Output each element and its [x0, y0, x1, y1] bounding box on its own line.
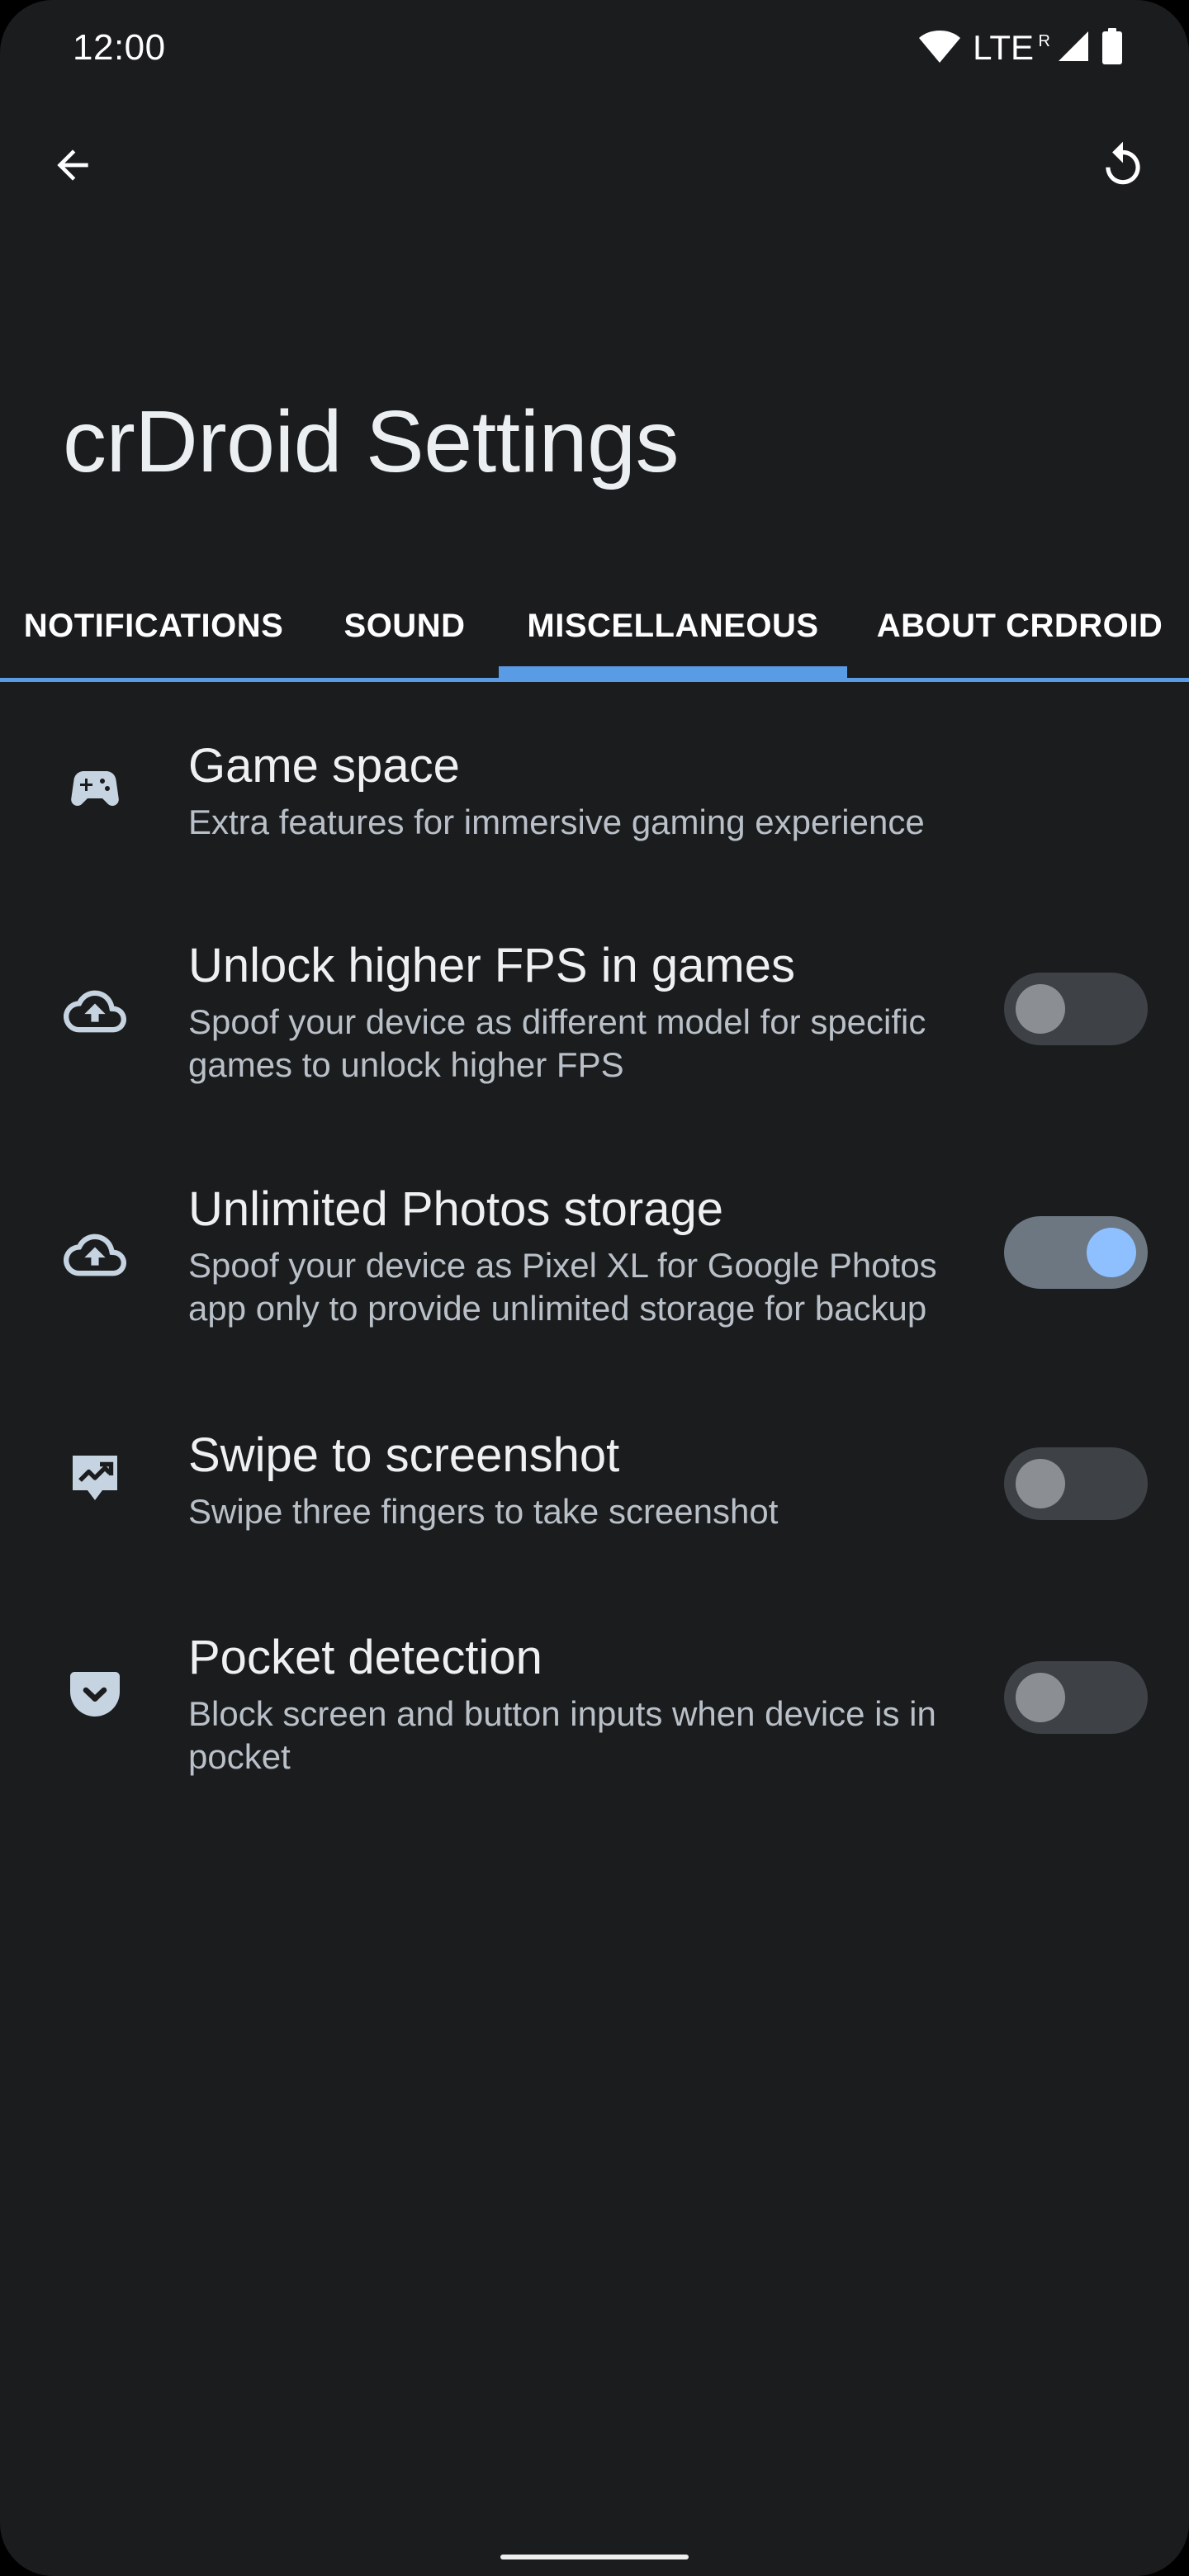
reset-button[interactable] [1077, 121, 1169, 213]
battery-icon [1101, 27, 1123, 69]
photos-storage-switch[interactable] [1004, 1216, 1148, 1289]
restore-icon [1097, 140, 1149, 195]
setting-pocket-detection[interactable]: Pocket detection Block screen and button… [0, 1610, 1189, 1816]
selected-tab-indicator [499, 666, 847, 678]
wifi-icon [918, 28, 961, 69]
switch-thumb [1087, 1228, 1136, 1277]
setting-summary: Spoof your device as different model for… [188, 1002, 926, 1084]
fps-unlock-switch[interactable] [1004, 973, 1148, 1045]
settings-screen: 12:00 LTE R crDroid Settings NOTIFICATIO… [0, 0, 1189, 2576]
setting-title: Unlock higher FPS in games [188, 939, 795, 992]
tab-miscellaneous[interactable]: MISCELLANEOUS [499, 575, 847, 678]
signal-icon [1057, 30, 1090, 67]
network-label: LTE [973, 28, 1034, 67]
screenshot-swipe-switch[interactable] [1004, 1447, 1148, 1520]
cloud-upload-icon [58, 1218, 132, 1292]
tab-sound[interactable]: SOUND [307, 575, 502, 678]
gesture-nav-handle[interactable] [500, 2555, 689, 2559]
network-type: LTE R [973, 25, 1050, 71]
switch-thumb [1016, 1673, 1065, 1722]
tab-notifications[interactable]: NOTIFICATIONS [0, 575, 307, 678]
setting-title: Game space [188, 739, 460, 793]
screenshot-gesture-icon [58, 1441, 132, 1515]
setting-title: Pocket detection [188, 1631, 542, 1684]
pocket-detection-switch[interactable] [1004, 1661, 1148, 1734]
setting-summary: Spoof your device as Pixel XL for Google… [188, 1246, 937, 1328]
status-icons: LTE R [918, 23, 1123, 73]
setting-summary: Block screen and button inputs when devi… [188, 1694, 936, 1776]
gamepad-icon [58, 751, 132, 826]
cloud-upload-icon [58, 974, 132, 1049]
setting-summary: Swipe three fingers to take screenshot [188, 1492, 779, 1531]
roaming-indicator: R [1038, 32, 1050, 50]
setting-summary: Extra features for immersive gaming expe… [188, 803, 925, 841]
tab-bar: NOTIFICATIONS SOUND MISCELLANEOUS ABOUT … [0, 575, 1189, 682]
switch-thumb [1016, 1459, 1065, 1508]
status-bar: 12:00 LTE R [0, 0, 1189, 96]
setting-unlimited-photos-storage[interactable]: Unlimited Photos storage Spoof your devi… [0, 1160, 1189, 1366]
page-title: crDroid Settings [63, 393, 680, 490]
setting-title: Unlimited Photos storage [188, 1182, 723, 1236]
status-time: 12:00 [73, 27, 166, 68]
arrow-back-icon [50, 142, 96, 192]
setting-title: Swipe to screenshot [188, 1428, 620, 1482]
setting-swipe-to-screenshot[interactable]: Swipe to screenshot Swipe three fingers … [0, 1408, 1189, 1573]
setting-unlock-higher-fps[interactable]: Unlock higher FPS in games Spoof your de… [0, 916, 1189, 1123]
switch-thumb [1016, 984, 1065, 1034]
pocket-icon [58, 1660, 132, 1734]
back-button[interactable] [26, 121, 119, 213]
setting-game-space[interactable]: Game space Extra features for immersive … [0, 718, 1189, 883]
tab-about-crdroid[interactable]: ABOUT CRDROID [850, 575, 1189, 678]
